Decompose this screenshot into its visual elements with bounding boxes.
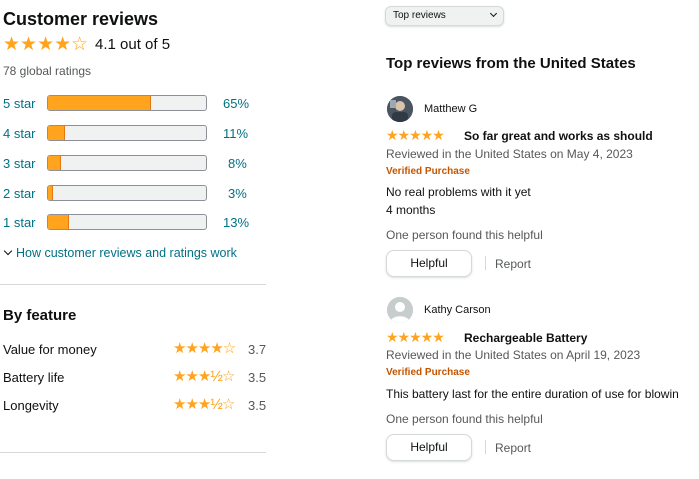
feature-label-longevity: Longevity bbox=[3, 398, 59, 413]
feature-label-value: Value for money bbox=[3, 342, 97, 357]
review-meta: Reviewed in the United States on May 4, … bbox=[386, 147, 633, 161]
histogram-bar-3[interactable] bbox=[47, 155, 207, 171]
review-stars[interactable]: ★★★★★ bbox=[386, 329, 445, 346]
histogram-percent-1[interactable]: 13% bbox=[223, 215, 249, 230]
feature-label-battery: Battery life bbox=[3, 370, 65, 385]
histogram-label-3[interactable]: 3 star bbox=[3, 156, 36, 171]
review-author[interactable]: Kathy Carson bbox=[424, 304, 491, 316]
histogram-percent-2[interactable]: 3% bbox=[228, 186, 247, 201]
report-link[interactable]: Report bbox=[495, 257, 531, 271]
section-divider-bottom bbox=[0, 452, 266, 453]
default-avatar-icon bbox=[387, 297, 413, 323]
helpful-count: One person found this helpful bbox=[386, 228, 543, 242]
avatar[interactable] bbox=[387, 96, 413, 122]
feature-value-value: 3.7 bbox=[248, 342, 267, 357]
verified-purchase-badge: Verified Purchase bbox=[386, 367, 470, 378]
histogram-fill-1 bbox=[48, 215, 69, 229]
review-body-line: This battery last for the entire duratio… bbox=[386, 387, 679, 401]
feature-value-longevity: 3.5 bbox=[248, 398, 267, 413]
review-body-line: 4 months bbox=[386, 203, 436, 217]
avatar[interactable] bbox=[387, 297, 413, 323]
histogram-fill-2 bbox=[48, 186, 53, 200]
histogram-percent-4[interactable]: 11% bbox=[223, 126, 248, 141]
chevron-down-icon bbox=[489, 9, 498, 18]
histogram-bar-1[interactable] bbox=[47, 214, 207, 230]
histogram-fill-4 bbox=[48, 126, 66, 140]
verified-purchase-badge: Verified Purchase bbox=[386, 166, 470, 177]
review-body-line: No real problems with it yet bbox=[386, 185, 531, 199]
review-title[interactable]: Rechargeable Battery bbox=[464, 331, 587, 345]
feature-stars-value: ★★★★☆ bbox=[173, 340, 236, 357]
avatar-icon bbox=[387, 96, 413, 122]
histogram-fill-5 bbox=[48, 96, 151, 110]
review-title[interactable]: So far great and works as should bbox=[464, 129, 653, 143]
chevron-down-icon bbox=[3, 246, 13, 256]
button-separator bbox=[485, 256, 486, 270]
histogram-percent-5[interactable]: 65% bbox=[223, 96, 249, 111]
histogram-label-1[interactable]: 1 star bbox=[3, 215, 36, 230]
review-stars[interactable]: ★★★★★ bbox=[386, 127, 445, 144]
review-author[interactable]: Matthew G bbox=[424, 103, 477, 115]
helpful-count: One person found this helpful bbox=[386, 412, 543, 426]
global-ratings-count: 78 global ratings bbox=[3, 64, 92, 78]
feature-stars-longevity: ★★★½☆ bbox=[173, 396, 235, 413]
helpful-button[interactable]: Helpful bbox=[386, 250, 472, 277]
overall-rating-text: 4.1 out of 5 bbox=[95, 36, 171, 53]
sort-reviews-dropdown[interactable]: Top reviews bbox=[385, 6, 504, 26]
sort-selected-label: Top reviews bbox=[393, 10, 446, 21]
helpful-button[interactable]: Helpful bbox=[386, 434, 472, 461]
histogram-bar-2[interactable] bbox=[47, 185, 207, 201]
top-reviews-heading: Top reviews from the United States bbox=[386, 55, 636, 72]
histogram-label-5[interactable]: 5 star bbox=[3, 96, 36, 111]
histogram-bar-5[interactable] bbox=[47, 95, 207, 111]
button-separator bbox=[485, 440, 486, 454]
report-link[interactable]: Report bbox=[495, 441, 531, 455]
overall-rating-stars: ★★★★☆ bbox=[3, 34, 89, 55]
histogram-label-4[interactable]: 4 star bbox=[3, 126, 36, 141]
histogram-bar-4[interactable] bbox=[47, 125, 207, 141]
section-divider bbox=[0, 284, 266, 285]
customer-reviews-title: Customer reviews bbox=[3, 9, 159, 29]
histogram-percent-3[interactable]: 8% bbox=[228, 156, 247, 171]
feature-stars-battery: ★★★½☆ bbox=[173, 368, 235, 385]
how-reviews-work-label: How customer reviews and ratings work bbox=[16, 246, 237, 260]
histogram-label-2[interactable]: 2 star bbox=[3, 186, 36, 201]
how-reviews-work-link[interactable]: How customer reviews and ratings work bbox=[3, 246, 237, 260]
histogram-fill-3 bbox=[48, 156, 61, 170]
by-feature-title: By feature bbox=[3, 307, 77, 324]
review-meta: Reviewed in the United States on April 1… bbox=[386, 348, 641, 362]
feature-value-battery: 3.5 bbox=[248, 370, 267, 385]
